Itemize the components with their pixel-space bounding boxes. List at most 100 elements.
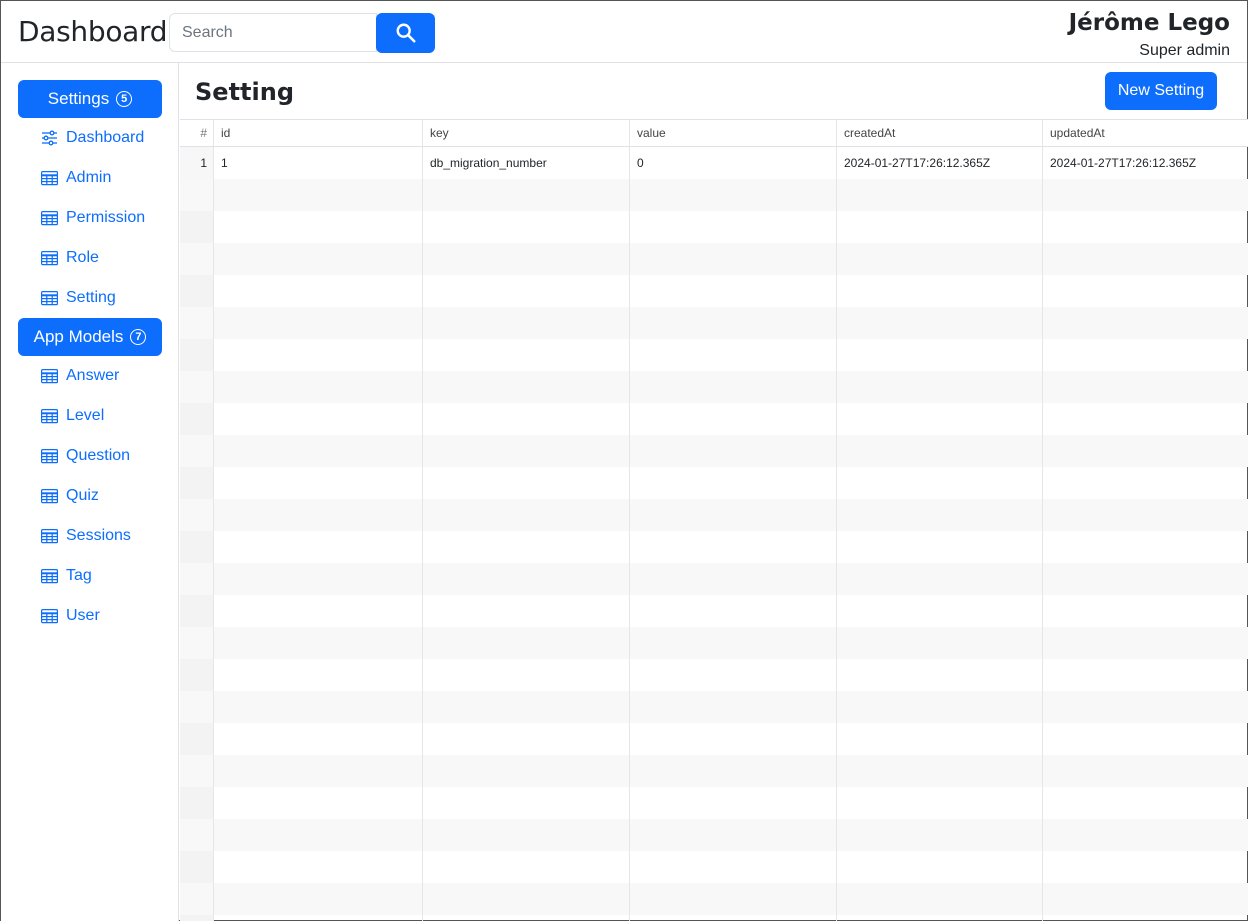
column-separator xyxy=(422,883,423,915)
column-separator xyxy=(836,787,837,819)
column-separator xyxy=(1042,787,1043,819)
empty-row xyxy=(180,531,1248,563)
table-cell[interactable]: 2024-01-27T17:26:12.365Z xyxy=(836,147,1042,179)
search-button[interactable] xyxy=(376,13,435,53)
column-header[interactable]: id xyxy=(213,120,422,146)
column-separator xyxy=(213,435,214,467)
column-separator xyxy=(629,403,630,435)
empty-row xyxy=(180,179,1248,211)
column-header[interactable]: updatedAt xyxy=(1042,120,1248,146)
column-separator xyxy=(629,595,630,627)
column-separator xyxy=(213,499,214,531)
column-separator xyxy=(629,307,630,339)
table-cell[interactable]: db_migration_number xyxy=(422,147,629,179)
column-separator xyxy=(1042,467,1043,499)
column-separator xyxy=(629,787,630,819)
data-grid[interactable]: # id key value createdAt updatedAt 1 1 d… xyxy=(180,119,1248,921)
column-separator xyxy=(1042,339,1043,371)
empty-row xyxy=(180,339,1248,371)
column-separator xyxy=(836,531,837,563)
column-separator xyxy=(629,851,630,883)
column-header[interactable]: value xyxy=(629,120,836,146)
column-separator xyxy=(213,883,214,915)
column-separator xyxy=(213,243,214,275)
column-separator xyxy=(836,243,837,275)
column-header[interactable]: createdAt xyxy=(836,120,1042,146)
table-icon xyxy=(41,170,58,186)
sidebar-item-label: Tag xyxy=(66,567,92,584)
column-separator xyxy=(422,499,423,531)
table-icon xyxy=(41,528,58,544)
column-separator xyxy=(836,627,837,659)
search-input[interactable] xyxy=(169,13,377,52)
column-header[interactable]: key xyxy=(422,120,629,146)
sidebar-item-answer[interactable]: Answer xyxy=(41,364,119,388)
sidebar-item-label: Level xyxy=(66,407,105,424)
column-separator xyxy=(1042,723,1043,755)
column-separator xyxy=(836,883,837,915)
sidebar-item-permission[interactable]: Permission xyxy=(41,206,145,230)
column-separator xyxy=(422,691,423,723)
empty-row xyxy=(180,499,1248,531)
column-separator xyxy=(213,275,214,307)
sidebar-item-role[interactable]: Role xyxy=(41,246,99,270)
sidebar-item-setting[interactable]: Setting xyxy=(41,286,116,310)
column-separator xyxy=(836,755,837,787)
sidebar-item-question[interactable]: Question xyxy=(41,444,130,468)
column-separator xyxy=(629,435,630,467)
sidebar-item-label: Role xyxy=(66,249,99,266)
column-separator xyxy=(836,691,837,723)
column-separator xyxy=(422,787,423,819)
table-cell[interactable]: 1 xyxy=(213,147,422,179)
count-badge: 7 xyxy=(130,329,147,345)
column-separator xyxy=(836,819,837,851)
sidebar-item-label: Dashboard xyxy=(66,129,145,146)
column-header[interactable]: # xyxy=(180,120,213,146)
column-separator xyxy=(1042,275,1043,307)
column-separator xyxy=(1042,627,1043,659)
empty-row xyxy=(180,307,1248,339)
empty-row xyxy=(180,819,1248,851)
column-separator xyxy=(1042,659,1043,691)
sidebar-item-label: Setting xyxy=(66,289,116,306)
table-cell[interactable]: 0 xyxy=(629,147,836,179)
table-row[interactable]: 1 1 db_migration_number 0 2024-01-27T17:… xyxy=(180,147,1248,179)
app-brand[interactable]: Dashboard xyxy=(18,15,168,48)
column-separator xyxy=(422,851,423,883)
sidebar-item-dashboard[interactable]: Dashboard xyxy=(41,126,144,150)
sidebar-item-admin[interactable]: Admin xyxy=(41,166,111,190)
column-separator xyxy=(1042,851,1043,883)
sidebar-item-user[interactable]: User xyxy=(41,604,100,628)
sidebar-group-label: App Models xyxy=(33,327,124,346)
column-separator xyxy=(1042,403,1043,435)
new-setting-button[interactable]: New Setting xyxy=(1105,72,1217,110)
sidebar-item-label: Answer xyxy=(66,367,120,384)
column-separator xyxy=(213,659,214,691)
sidebar-item-sessions[interactable]: Sessions xyxy=(41,524,131,548)
column-separator xyxy=(213,819,214,851)
column-separator xyxy=(1042,883,1043,915)
column-separator xyxy=(836,339,837,371)
sidebar-item-quiz[interactable]: Quiz xyxy=(41,484,99,508)
row-number: 1 xyxy=(180,147,213,179)
top-bar: Dashboard Jérôme Lego Super admin xyxy=(1,1,1247,63)
table-icon xyxy=(41,488,58,504)
sidebar-group-settings[interactable]: Settings 5 xyxy=(18,80,162,118)
sidebar-item-level[interactable]: Level xyxy=(41,404,104,428)
table-cell[interactable]: 2024-01-27T17:26:12.365Z xyxy=(1042,147,1248,179)
column-separator xyxy=(1042,371,1043,403)
column-separator xyxy=(422,467,423,499)
empty-row xyxy=(180,563,1248,595)
table-icon xyxy=(41,210,58,226)
empty-row xyxy=(180,211,1248,243)
sidebar-item-label: Quiz xyxy=(66,487,99,504)
search-icon xyxy=(395,22,417,44)
column-separator xyxy=(422,627,423,659)
column-separator xyxy=(1042,243,1043,275)
sidebar-group-app-models[interactable]: App Models 7 xyxy=(18,318,162,356)
empty-row xyxy=(180,371,1248,403)
column-separator xyxy=(836,275,837,307)
column-separator xyxy=(213,307,214,339)
user-name: Jérôme Lego xyxy=(1068,10,1230,36)
sidebar-item-tag[interactable]: Tag xyxy=(41,564,92,588)
